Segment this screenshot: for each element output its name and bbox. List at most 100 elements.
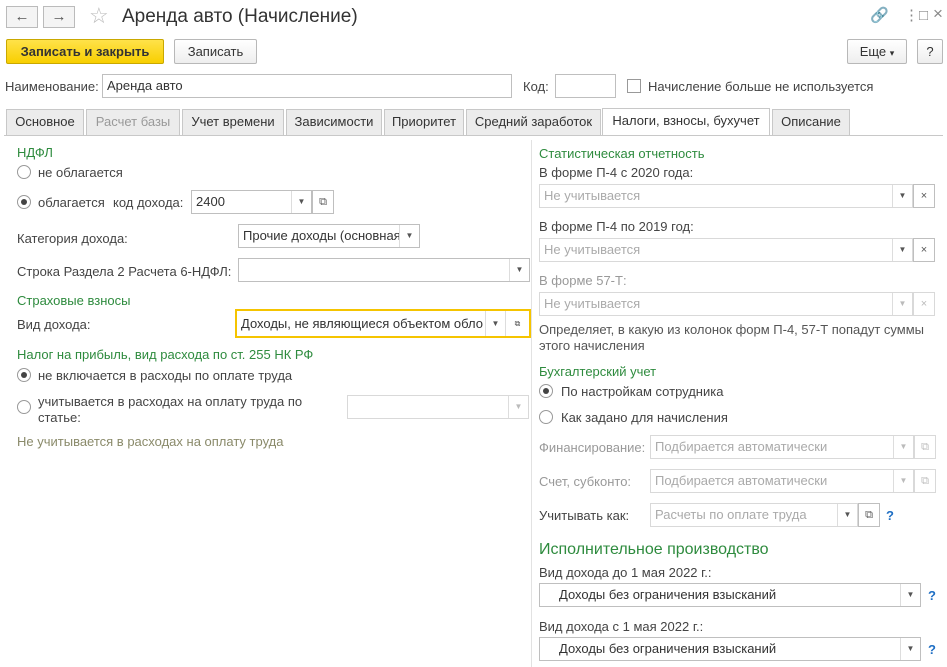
help-icon[interactable]: ? bbox=[928, 642, 936, 657]
f57t-field[interactable]: Не учитывается ▼ bbox=[539, 292, 913, 316]
as-set-radio[interactable] bbox=[539, 410, 553, 424]
account-label: Счет, субконто: bbox=[539, 474, 632, 489]
f57t-value: Не учитывается bbox=[544, 296, 641, 311]
included-label-line1: учитывается в расходах на оплату труда п… bbox=[38, 394, 303, 409]
financing-value: Подбирается автоматически bbox=[655, 439, 828, 454]
clear-icon[interactable]: × bbox=[913, 292, 935, 316]
dropdown-arrow-icon[interactable]: ▼ bbox=[892, 293, 912, 315]
chevron-down-icon: ▾ bbox=[889, 48, 895, 58]
clear-icon[interactable]: × bbox=[913, 184, 935, 208]
p4-2020-value: Не учитывается bbox=[544, 188, 641, 203]
forward-button[interactable]: → bbox=[43, 6, 75, 28]
taxed-label: облагается bbox=[38, 195, 105, 210]
dropdown-arrow-icon[interactable]: ▼ bbox=[509, 259, 529, 281]
taxed-radio[interactable] bbox=[17, 195, 31, 209]
dropdown-arrow-icon[interactable]: ▼ bbox=[900, 638, 920, 660]
code-label: Код: bbox=[523, 79, 549, 94]
window-title: Аренда авто (Начисление) bbox=[122, 6, 358, 27]
after-may-value: Доходы без ограничения взысканий bbox=[559, 641, 777, 656]
dropdown-arrow-icon[interactable]: ▼ bbox=[399, 225, 419, 247]
tab-description[interactable]: Описание bbox=[772, 109, 850, 135]
close-icon[interactable]: × bbox=[933, 4, 943, 24]
clear-icon[interactable]: × bbox=[913, 238, 935, 262]
p4-2020-field[interactable]: Не учитывается ▼ bbox=[539, 184, 913, 208]
more-button[interactable]: Еще ▾ bbox=[847, 39, 907, 64]
open-icon[interactable]: ⧉ bbox=[914, 469, 936, 493]
tab-divider bbox=[4, 135, 943, 136]
income-code-field[interactable]: 2400 ▼ bbox=[191, 190, 312, 214]
ndfl-section-title: НДФЛ bbox=[17, 145, 53, 160]
star-icon[interactable]: ☆ bbox=[89, 3, 109, 29]
income-type-value: Доходы, не являющиеся объектом обло bbox=[241, 316, 483, 331]
unused-label: Начисление больше не используется bbox=[648, 79, 874, 94]
financing-label: Финансирование: bbox=[539, 440, 646, 455]
unused-checkbox[interactable] bbox=[627, 79, 641, 93]
line-6ndfl-field[interactable]: ▼ bbox=[238, 258, 530, 282]
column-divider bbox=[531, 140, 532, 667]
not-taxed-radio[interactable] bbox=[17, 165, 31, 179]
before-may-value: Доходы без ограничения взысканий bbox=[559, 587, 777, 602]
help-icon[interactable]: ? bbox=[928, 588, 936, 603]
before-may-field[interactable]: Доходы без ограничения взысканий ▼ bbox=[539, 583, 921, 607]
restore-icon[interactable]: □ bbox=[919, 6, 928, 26]
tab-taxes[interactable]: Налоги, взносы, бухучет bbox=[602, 108, 770, 136]
dropdown-arrow-icon[interactable]: ▼ bbox=[892, 239, 912, 261]
name-field[interactable]: Аренда авто bbox=[102, 74, 512, 98]
more-icon[interactable]: ⋮ bbox=[904, 6, 919, 26]
open-icon[interactable]: ⧉ bbox=[312, 190, 334, 214]
help-icon[interactable]: ? bbox=[886, 508, 894, 523]
p4-2020-label: В форме П-4 с 2020 года: bbox=[539, 165, 694, 180]
tab-time-accounting[interactable]: Учет времени bbox=[182, 109, 284, 135]
p4-2019-label: В форме П-4 по 2019 год: bbox=[539, 219, 694, 234]
dropdown-arrow-icon[interactable]: ▼ bbox=[291, 191, 311, 213]
account-as-value: Расчеты по оплате труда bbox=[655, 507, 807, 522]
tab-dependencies[interactable]: Зависимости bbox=[286, 109, 382, 135]
help-button[interactable]: ? bbox=[917, 39, 943, 64]
save-close-button[interactable]: Записать и закрыть bbox=[6, 39, 164, 64]
open-icon[interactable]: ⧉ bbox=[914, 435, 936, 459]
account-as-label: Учитывать как: bbox=[539, 508, 630, 523]
dropdown-arrow-icon[interactable]: ▼ bbox=[837, 504, 857, 526]
included-radio[interactable] bbox=[17, 400, 31, 414]
more-button-label: Еще bbox=[859, 44, 887, 59]
name-label: Наименование: bbox=[5, 79, 99, 94]
f57t-label: В форме 57-Т: bbox=[539, 273, 627, 288]
account-as-field[interactable]: Расчеты по оплате труда ▼ bbox=[650, 503, 858, 527]
after-may-field[interactable]: Доходы без ограничения взысканий ▼ bbox=[539, 637, 921, 661]
income-type-field[interactable]: Доходы, не являющиеся объектом обло ▼ ⧉ bbox=[235, 309, 531, 338]
open-icon[interactable]: ⧉ bbox=[858, 503, 880, 527]
not-included-radio[interactable] bbox=[17, 368, 31, 382]
p4-2019-field[interactable]: Не учитывается ▼ bbox=[539, 238, 913, 262]
after-may-label: Вид дохода с 1 мая 2022 г.: bbox=[539, 619, 704, 634]
dropdown-arrow-icon[interactable]: ▼ bbox=[893, 470, 913, 492]
dropdown-arrow-icon[interactable]: ▼ bbox=[892, 185, 912, 207]
income-category-value: Прочие доходы (основная bbox=[243, 228, 401, 243]
p4-2019-value: Не учитывается bbox=[544, 242, 641, 257]
tab-average-earnings[interactable]: Средний заработок bbox=[466, 109, 601, 135]
save-button[interactable]: Записать bbox=[174, 39, 257, 64]
not-taxed-label: не облагается bbox=[38, 165, 123, 180]
by-employee-label: По настройкам сотрудника bbox=[561, 384, 724, 399]
tab-base-calc[interactable]: Расчет базы bbox=[86, 109, 180, 135]
article-field[interactable]: ▼ bbox=[347, 395, 529, 419]
as-set-label: Как задано для начисления bbox=[561, 410, 728, 425]
income-code-value: 2400 bbox=[196, 194, 225, 209]
income-type-label: Вид дохода: bbox=[17, 317, 91, 332]
link-icon[interactable]: 🔗 bbox=[870, 6, 889, 26]
tab-priority[interactable]: Приоритет bbox=[384, 109, 464, 135]
dropdown-arrow-icon[interactable]: ▼ bbox=[893, 436, 913, 458]
included-label-line2: статье: bbox=[38, 410, 81, 425]
dropdown-arrow-icon[interactable]: ▼ bbox=[485, 311, 505, 336]
dropdown-arrow-icon[interactable]: ▼ bbox=[900, 584, 920, 606]
financing-field[interactable]: Подбирается автоматически ▼ bbox=[650, 435, 914, 459]
not-counted-note: Не учитывается в расходах на оплату труд… bbox=[17, 434, 284, 449]
back-button[interactable]: ← bbox=[6, 6, 38, 28]
line-6ndfl-label: Строка Раздела 2 Расчета 6-НДФЛ: bbox=[17, 264, 232, 279]
dropdown-arrow-icon[interactable]: ▼ bbox=[508, 396, 528, 418]
tab-main[interactable]: Основное bbox=[6, 109, 84, 135]
account-field[interactable]: Подбирается автоматически ▼ bbox=[650, 469, 914, 493]
code-field[interactable] bbox=[555, 74, 616, 98]
income-category-field[interactable]: Прочие доходы (основная ▼ bbox=[238, 224, 420, 248]
open-icon[interactable]: ⧉ bbox=[505, 311, 529, 336]
by-employee-radio[interactable] bbox=[539, 384, 553, 398]
